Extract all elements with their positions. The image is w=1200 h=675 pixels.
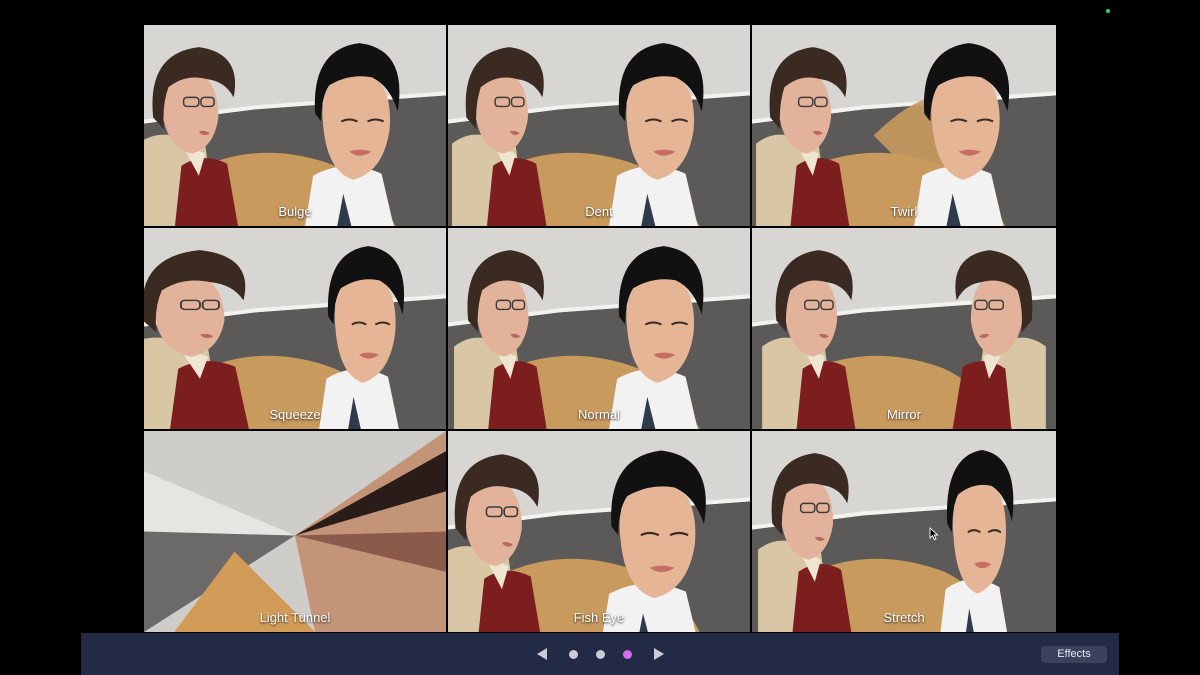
camera-indicator-icon bbox=[1106, 9, 1110, 13]
effect-label: Stretch bbox=[883, 610, 925, 625]
preview-image bbox=[448, 25, 750, 226]
effect-label: Squeeze bbox=[269, 407, 321, 422]
preview-image bbox=[448, 431, 750, 632]
arrow-right-icon[interactable] bbox=[647, 642, 671, 666]
preview-image bbox=[448, 228, 750, 429]
effect-tile-stretch[interactable]: Stretch bbox=[752, 431, 1056, 632]
effect-label: Normal bbox=[578, 407, 620, 422]
effect-tile-normal[interactable]: Normal bbox=[448, 228, 750, 429]
preview-image bbox=[144, 25, 446, 226]
effect-label: Light Tunnel bbox=[259, 610, 331, 625]
preview-image bbox=[752, 228, 1056, 429]
preview-image bbox=[752, 431, 1056, 632]
effect-label: Fish Eye bbox=[573, 610, 625, 625]
page-navigation bbox=[81, 633, 1119, 675]
effect-tile-mirror[interactable]: Mirror bbox=[752, 228, 1056, 429]
effect-tile-bulge[interactable]: Bulge bbox=[144, 25, 446, 226]
effects-grid: Bulge Dent Twirl Squeeze Normal Mirror L… bbox=[144, 25, 1056, 632]
preview-image bbox=[144, 228, 446, 429]
effect-label: Dent bbox=[585, 204, 613, 219]
preview-image bbox=[752, 25, 1056, 226]
effect-tile-dent[interactable]: Dent bbox=[448, 25, 750, 226]
effect-tile-fish-eye[interactable]: Fish Eye bbox=[448, 431, 750, 632]
page-dot[interactable] bbox=[595, 649, 605, 659]
bottom-toolbar: Effects bbox=[81, 633, 1119, 675]
effect-tile-twirl[interactable]: Twirl bbox=[752, 25, 1056, 226]
photo-booth-window: Bulge Dent Twirl Squeeze Normal Mirror L… bbox=[0, 0, 1200, 675]
page-dot[interactable] bbox=[568, 649, 578, 659]
effect-tile-squeeze[interactable]: Squeeze bbox=[144, 228, 446, 429]
arrow-left-icon[interactable] bbox=[530, 642, 554, 666]
effect-label: Mirror bbox=[887, 407, 921, 422]
effect-label: Twirl bbox=[890, 204, 918, 219]
effects-button[interactable]: Effects bbox=[1041, 646, 1107, 663]
effect-label: Bulge bbox=[278, 204, 312, 219]
preview-image bbox=[144, 431, 446, 632]
effect-tile-light-tunnel[interactable]: Light Tunnel bbox=[144, 431, 446, 632]
mouse-cursor-icon bbox=[929, 527, 939, 541]
page-dot[interactable] bbox=[622, 649, 632, 659]
